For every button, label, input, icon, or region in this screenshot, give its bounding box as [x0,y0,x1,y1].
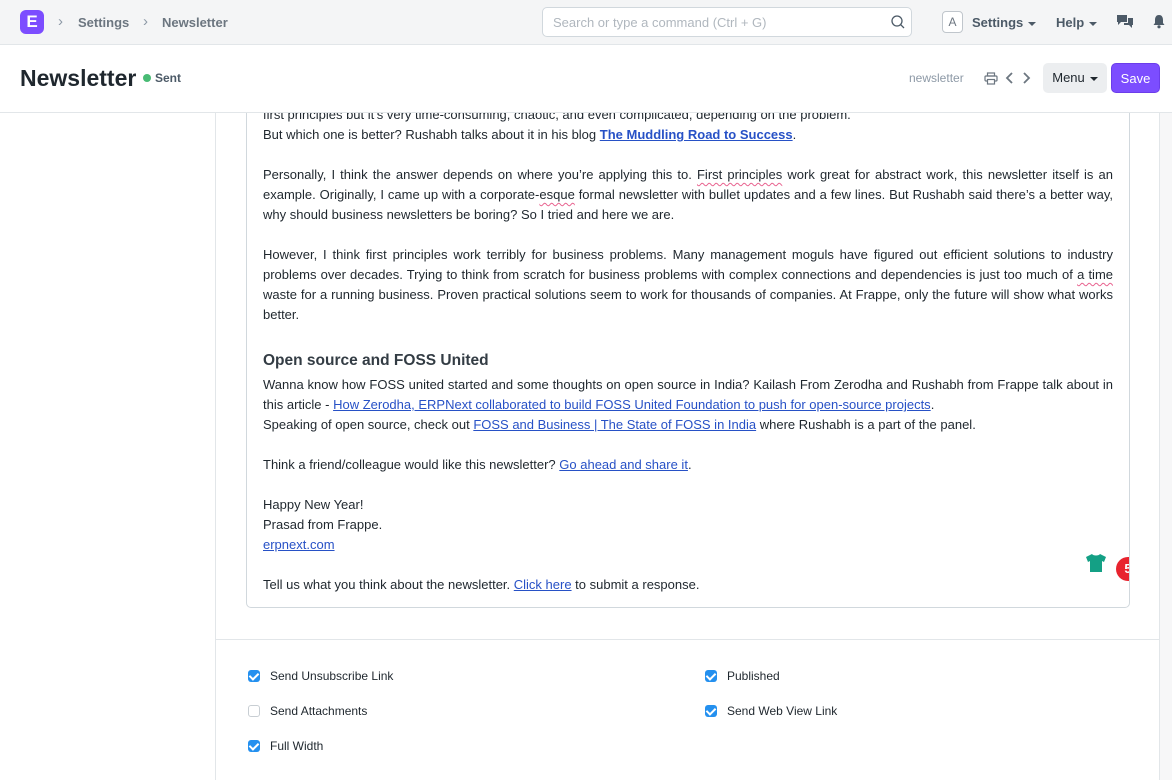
erpnext-link[interactable]: erpnext.com [263,537,335,552]
caret-down-icon [1028,21,1037,26]
foss-united-article-link[interactable]: How Zerodha, ERPNext collaborated to bui… [333,397,931,412]
checkbox-unchecked[interactable] [248,704,260,717]
editor-paragraph: But which one is better? Rushabh talks a… [263,127,797,142]
chat-icon[interactable] [1116,13,1134,29]
section-heading: Open source and FOSS United [263,352,489,369]
editor-paragraph: However, I think first principles work t… [263,247,1113,322]
checkbox-checked[interactable] [705,669,717,682]
spellcheck-word[interactable]: First principles [697,167,782,182]
editor-content[interactable]: first principles but it's very time-cons… [263,113,1113,595]
checkbox-checked[interactable] [705,704,717,717]
spellcheck-word[interactable]: esque [539,187,574,202]
menu-button-label: Menu [1052,70,1085,85]
share-link[interactable]: Go ahead and share it [559,457,688,472]
editor-paragraph: first principles but it's very time-cons… [263,113,851,122]
print-icon[interactable] [984,72,998,85]
signature-line: Prasad from Frappe. [263,517,383,532]
settings-dropdown-label: Settings [972,15,1024,30]
editor-paragraph: Wanna know how FOSS united started and s… [263,377,1113,412]
settings-dropdown[interactable]: Settings [972,15,1037,30]
doctype-tag[interactable]: newsletter [909,71,964,85]
checkbox-checked[interactable] [248,669,260,682]
tshirt-icon[interactable] [1085,553,1107,573]
avatar[interactable]: A [942,11,963,33]
breadcrumb-settings[interactable]: Settings [78,15,129,30]
notification-count-badge[interactable]: 5 [1116,557,1129,581]
checkbox-published[interactable]: Published [705,669,780,683]
checkbox-send-unsubscribe-link[interactable]: Send Unsubscribe Link [248,669,393,683]
signature-line: erpnext.com [263,535,1113,555]
chevron-right-icon: › [58,13,63,30]
save-button[interactable]: Save [1111,63,1160,93]
page-title: Newsletter [20,65,137,91]
form-layout: first principles but it's very time-cons… [215,113,1160,780]
checkbox-send-attachments[interactable]: Send Attachments [248,704,367,718]
search-icon[interactable] [890,14,906,30]
chevron-right-icon: › [143,13,148,30]
checkbox-send-web-view-link[interactable]: Send Web View Link [705,704,837,718]
editor-paragraph: Think a friend/colleague would like this… [263,457,692,472]
search-input[interactable] [543,8,873,36]
sidebar [0,113,216,780]
app-logo[interactable]: E [20,10,44,34]
signature-line: Happy New Year! [263,497,364,512]
message-editor[interactable]: first principles but it's very time-cons… [246,113,1130,608]
caret-down-icon [1089,21,1098,26]
menu-button[interactable]: Menu [1043,63,1107,93]
search-bar [542,7,912,37]
spellcheck-word[interactable]: a time [1077,267,1113,282]
help-dropdown[interactable]: Help [1056,15,1098,30]
caret-down-icon [1089,76,1098,81]
editor-paragraph: Speaking of open source, check out FOSS … [263,417,976,432]
checkbox-full-width[interactable]: Full Width [248,739,323,753]
navbar: E › Settings › Newsletter A Settings Hel… [0,0,1172,45]
help-dropdown-label: Help [1056,15,1085,30]
muddling-road-link[interactable]: The Muddling Road to Success [600,127,793,142]
foss-business-link[interactable]: FOSS and Business | The State of FOSS in… [473,417,756,432]
status-badge: Sent [155,71,182,85]
feedback-link[interactable]: Click here [514,577,572,592]
next-doc-icon[interactable] [1021,71,1031,85]
page-header: Newsletter Sent newsletter Menu Save [0,45,1172,113]
checkbox-checked[interactable] [248,739,260,752]
bell-icon[interactable] [1152,14,1166,29]
status-indicator-dot [143,74,151,82]
editor-paragraph: Tell us what you think about the newslet… [263,577,700,592]
breadcrumb-newsletter[interactable]: Newsletter [162,15,228,30]
section-divider [216,639,1159,640]
previous-doc-icon[interactable] [1005,71,1015,85]
editor-paragraph: Personally, I think the answer depends o… [263,167,1113,222]
